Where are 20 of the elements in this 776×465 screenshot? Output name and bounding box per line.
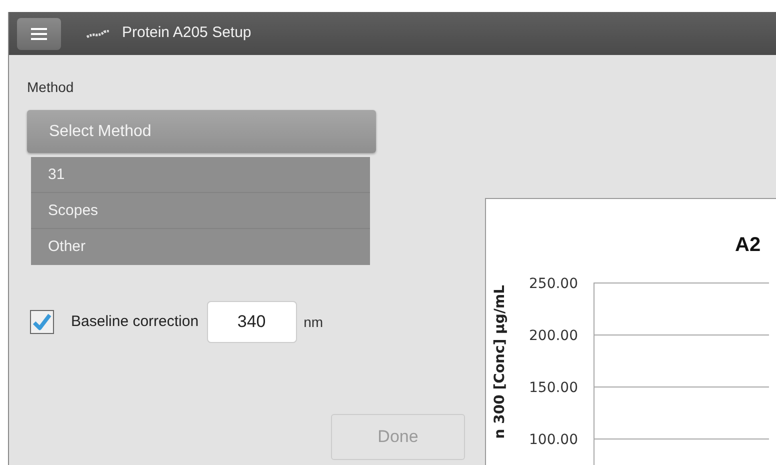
tick-label: 200.00 [529,328,578,344]
unit-label: nm [304,312,324,332]
method-option[interactable]: Scopes [31,193,370,229]
method-option[interactable]: Other [31,229,370,265]
baseline-label: Baseline correction [71,312,199,332]
wavelength-field[interactable]: 340 [206,301,297,343]
check-icon [32,312,52,332]
menu-icon [31,28,47,40]
strand-icon [86,30,110,38]
tick-label: 150.00 [529,380,578,396]
tick-label: 100.00 [529,432,578,448]
window-title: Protein A205 Setup [122,23,252,44]
tick-label: 250.00 [529,276,578,292]
method-label: Method [27,78,75,97]
method-option[interactable]: 31 [31,157,370,193]
select-method-button[interactable]: Select Method [27,110,376,153]
axis-label: n 300 [Conc] µg/mL [492,285,508,439]
chart-title: A2 [735,234,761,256]
baseline-checkbox[interactable] [30,310,54,334]
menu-button[interactable] [17,18,61,50]
